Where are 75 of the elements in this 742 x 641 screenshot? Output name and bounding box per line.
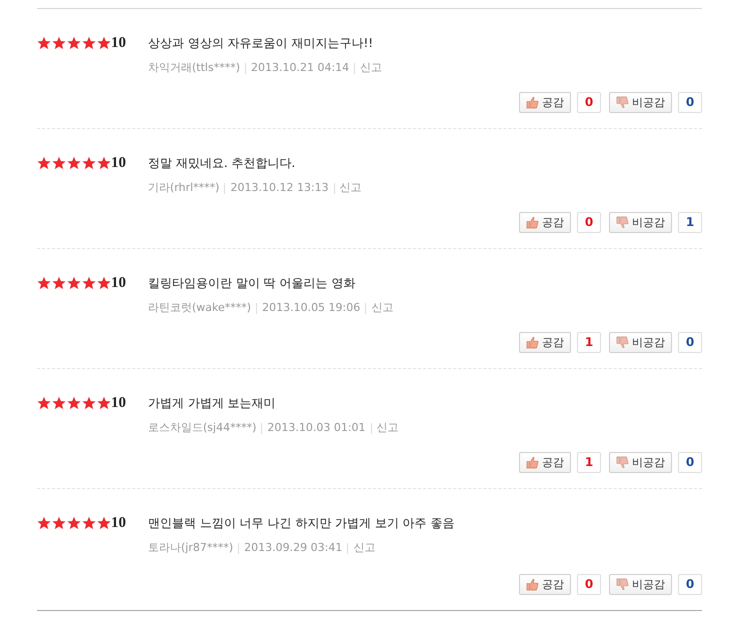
star-icon xyxy=(52,396,66,410)
review-comment: 맨인블랙 느낌이 너무 나긴 하지만 가볍게 보기 아주 좋음 xyxy=(148,515,455,532)
star-icon xyxy=(37,36,51,50)
review-author: 라틴코럿(wake****) xyxy=(148,301,252,315)
thumbs-up-icon xyxy=(526,96,539,109)
dislike-button[interactable]: 비공감 xyxy=(609,92,672,113)
star-icon xyxy=(82,36,96,50)
dislike-count: 0 xyxy=(678,92,702,113)
star-icon xyxy=(97,276,111,290)
star-icon xyxy=(52,516,66,530)
review-comment: 정말 재밌네요. 추천합니다. xyxy=(148,155,296,172)
review-author: 차익거래(ttls****) xyxy=(148,61,240,75)
star-icon xyxy=(82,516,96,530)
rating-score: 10 xyxy=(111,155,127,172)
thumbs-down-icon xyxy=(616,456,629,469)
dislike-count: 0 xyxy=(678,332,702,353)
star-icon xyxy=(82,276,96,290)
review-author: 기라(rhrl****) xyxy=(148,181,220,195)
review-date: 2013.10.05 19:06 xyxy=(262,301,360,315)
star-icon xyxy=(97,516,111,530)
review-comment: 가볍게 가볍게 보는재미 xyxy=(148,395,277,412)
thumbs-down-icon xyxy=(616,578,629,591)
star-icon xyxy=(67,156,81,170)
star-icon xyxy=(67,516,81,530)
thumbs-up-icon xyxy=(526,336,539,349)
star-icon xyxy=(37,156,51,170)
star-icon xyxy=(67,36,81,50)
dislike-button[interactable]: 비공감 xyxy=(609,332,672,353)
like-button[interactable]: 공감 xyxy=(519,332,571,353)
like-count: 1 xyxy=(577,452,601,473)
star-icon xyxy=(52,276,66,290)
like-count: 0 xyxy=(577,212,601,233)
star-icon xyxy=(37,276,51,290)
like-button[interactable]: 공감 xyxy=(519,212,571,233)
dislike-count: 0 xyxy=(678,574,702,595)
thumbs-up-icon xyxy=(526,578,539,591)
star-icon xyxy=(82,396,96,410)
review-date: 2013.10.21 04:14 xyxy=(251,61,350,75)
review-author: 로스차일드(sj44****) xyxy=(148,421,256,435)
star-icon xyxy=(82,156,96,170)
like-button[interactable]: 공감 xyxy=(519,574,571,595)
thumbs-down-icon xyxy=(616,216,629,229)
thumbs-up-icon xyxy=(526,456,539,469)
dislike-button[interactable]: 비공감 xyxy=(609,212,672,233)
review-date: 2013.10.03 01:01 xyxy=(267,421,366,435)
like-button[interactable]: 공감 xyxy=(519,92,571,113)
like-count: 0 xyxy=(577,92,601,113)
rating-score: 10 xyxy=(111,395,127,412)
review-comment: 킬링타임용이란 말이 딱 어울리는 영화 xyxy=(148,275,356,292)
dislike-count: 1 xyxy=(678,212,702,233)
star-icon xyxy=(97,156,111,170)
like-count: 1 xyxy=(577,332,601,353)
star-icon xyxy=(67,276,81,290)
review-author: 토라나(jr87****) xyxy=(148,541,234,555)
like-count: 0 xyxy=(577,574,601,595)
thumbs-down-icon xyxy=(616,96,629,109)
rating-score: 10 xyxy=(111,275,127,292)
star-icon xyxy=(37,396,51,410)
like-button[interactable]: 공감 xyxy=(519,452,571,473)
rating-score: 10 xyxy=(111,515,127,532)
star-icon xyxy=(67,396,81,410)
dislike-button[interactable]: 비공감 xyxy=(609,452,672,473)
dislike-button[interactable]: 비공감 xyxy=(609,574,672,595)
rating-score: 10 xyxy=(111,35,127,52)
review-date: 2013.10.12 13:13 xyxy=(230,181,329,195)
star-icon xyxy=(52,156,66,170)
dislike-count: 0 xyxy=(678,452,702,473)
thumbs-up-icon xyxy=(526,216,539,229)
star-icon xyxy=(37,516,51,530)
star-icon xyxy=(97,396,111,410)
review-comment: 상상과 영상의 자유로움이 재미지는구나!! xyxy=(148,35,374,52)
review-date: 2013.09.29 03:41 xyxy=(244,541,342,555)
star-icon xyxy=(97,36,111,50)
thumbs-down-icon xyxy=(616,336,629,349)
star-icon xyxy=(52,36,66,50)
